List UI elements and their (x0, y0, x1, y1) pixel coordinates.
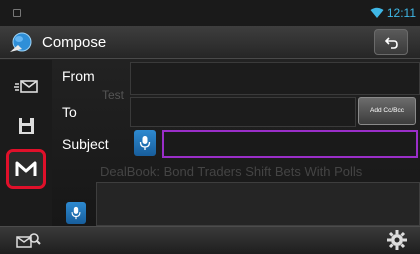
sidebar-item-gmail[interactable] (6, 149, 46, 189)
compose-screen: 12:11 Compose From Test To Add Cc/Bcc Su… (0, 0, 420, 254)
subject-ghost-text: DealBook: Bond Traders Shift Bets With P… (100, 164, 363, 179)
subject-voice-button[interactable] (134, 130, 156, 156)
to-label: To (62, 104, 77, 120)
subject-field[interactable] (162, 130, 418, 158)
title-bar: Compose (0, 26, 420, 59)
notification-icon (13, 9, 21, 17)
search-mail-icon[interactable] (14, 229, 42, 251)
sidebar (0, 60, 52, 226)
message-body-field[interactable] (96, 182, 420, 226)
from-ghost-text: Test (102, 88, 125, 102)
to-field[interactable] (130, 97, 356, 127)
microphone-icon (139, 136, 151, 150)
bottom-bar (0, 226, 420, 254)
from-label: From (62, 68, 95, 84)
from-field[interactable] (130, 62, 420, 95)
body-voice-button[interactable] (66, 202, 86, 224)
back-button[interactable] (374, 29, 408, 55)
gmail-icon (15, 161, 37, 176)
page-title: Compose (42, 34, 107, 51)
status-bar: 12:11 (0, 0, 420, 26)
gear-icon[interactable] (386, 229, 408, 251)
app-icon (10, 32, 32, 52)
save-icon (19, 118, 34, 134)
subject-label: Subject (62, 136, 109, 152)
sidebar-item-mail[interactable] (12, 72, 40, 100)
clock: 12:11 (386, 6, 416, 20)
add-cc-bcc-button[interactable]: Add Cc/Bcc (358, 97, 416, 125)
wifi-icon (370, 7, 384, 18)
sidebar-item-save[interactable] (12, 112, 40, 140)
microphone-icon (71, 206, 81, 220)
back-arrow-icon (385, 37, 398, 49)
mail-icon (14, 80, 38, 93)
